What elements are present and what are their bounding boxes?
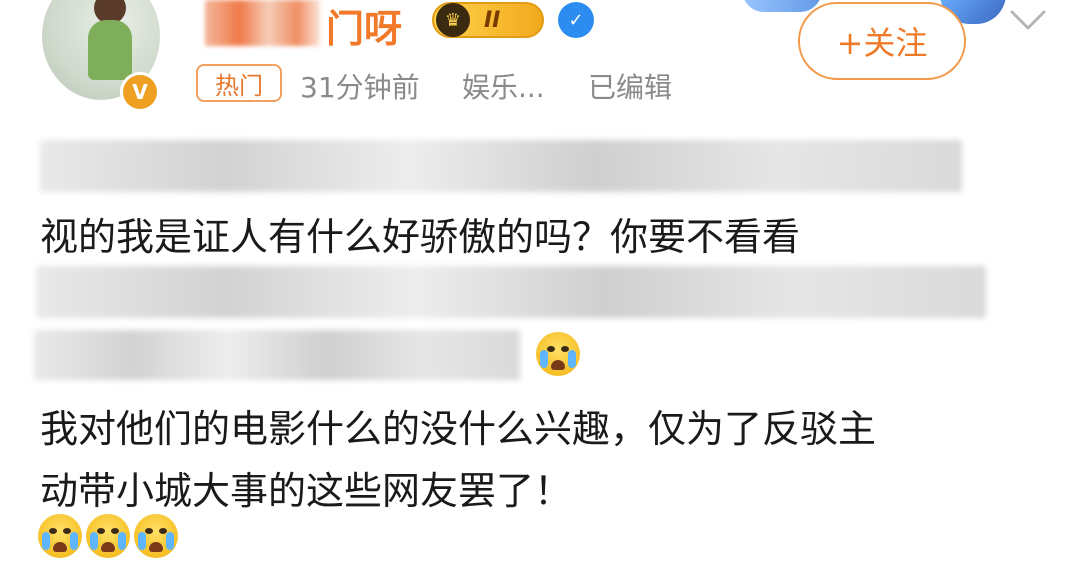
blurred-text-line [34, 330, 520, 380]
username-blurred[interactable] [205, 0, 320, 46]
crying-face-emoji [536, 332, 580, 376]
post-text-line: 视的我是证人有什么好骄傲的吗？你要不看看 [40, 215, 801, 259]
post-text-line: 我对他们的电影什么的没什么兴趣，仅为了反驳主 [40, 407, 877, 451]
edited-label[interactable]: 已编辑 [588, 66, 672, 106]
decoration-left [742, 0, 822, 12]
avatar-figure-body [88, 20, 132, 80]
username-suffix[interactable]: 门呀 [326, 0, 402, 53]
vip-crown-icon: ♛ [436, 3, 470, 37]
chevron-down-icon[interactable] [1008, 6, 1048, 36]
crying-face-emoji [134, 514, 178, 558]
follow-button[interactable]: +关注 [798, 2, 966, 80]
post-text-line: 动带小城大事的这些网友罢了！ [40, 469, 573, 513]
vip-level: II [484, 7, 501, 33]
post-time: 31分钟前 [300, 71, 420, 104]
hot-tag[interactable]: 热门 [196, 64, 282, 102]
vip-badge[interactable]: ♛ II [432, 2, 544, 38]
blurred-text-line [36, 266, 986, 318]
crying-face-emoji [38, 514, 82, 558]
post-source[interactable]: 娱乐... [462, 66, 545, 106]
blurred-text-line [40, 140, 962, 192]
blue-verified-icon: ✓ [558, 2, 594, 38]
crying-face-emoji [86, 514, 130, 558]
orange-verified-icon: V [120, 72, 160, 112]
